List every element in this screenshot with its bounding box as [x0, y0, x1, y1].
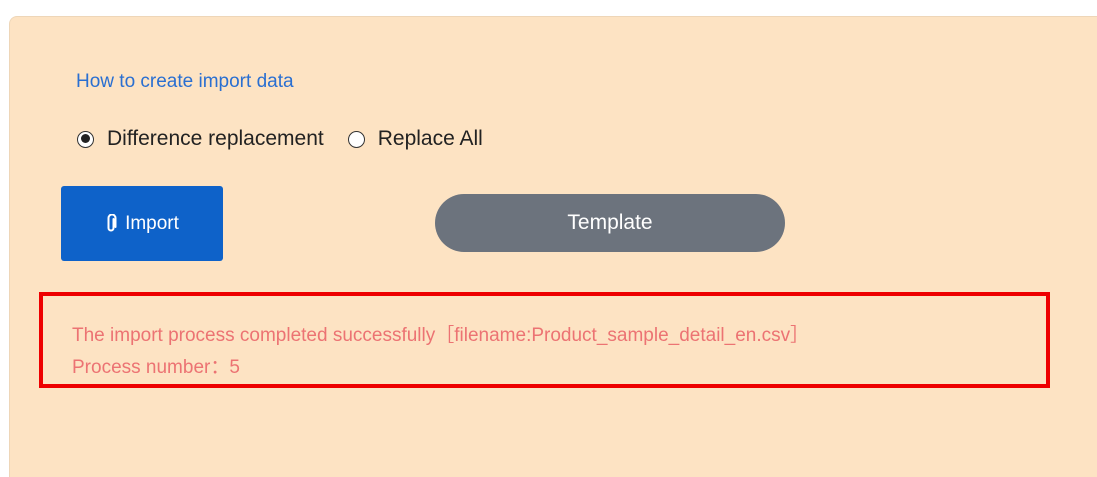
radio-label-difference-replacement: Difference replacement — [107, 127, 324, 150]
radio-replace-all[interactable]: Replace All — [347, 127, 483, 151]
radio-checked-icon[interactable] — [77, 130, 94, 148]
template-button[interactable]: Template — [435, 194, 785, 252]
process-number-message: Process number：5 — [72, 357, 240, 378]
radio-unchecked-icon[interactable] — [347, 130, 365, 148]
radio-difference-replacement[interactable]: Difference replacement — [77, 127, 324, 151]
import-success-message: The import process completed successfull… — [72, 325, 810, 346]
import-button[interactable]: Import — [61, 186, 223, 261]
paperclip-icon — [105, 214, 117, 233]
import-button-label: Import — [125, 212, 179, 234]
import-panel: How to create import data Difference rep… — [9, 16, 1097, 477]
radio-label-replace-all: Replace All — [377, 127, 483, 150]
howto-create-import-data-link[interactable]: How to create import data — [76, 71, 294, 93]
template-button-label: Template — [567, 211, 653, 234]
import-mode-radio-group: Difference replacement Replace All — [77, 127, 483, 151]
import-result-message-box: The import process completed successfull… — [39, 292, 1050, 388]
